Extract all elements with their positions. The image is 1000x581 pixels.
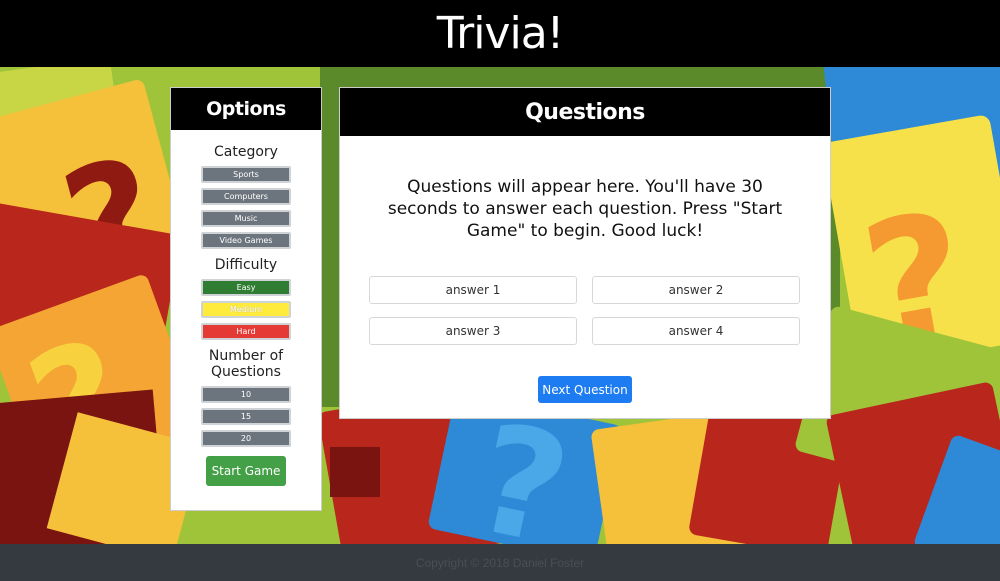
answer-1-button[interactable]: answer 1 xyxy=(369,276,577,304)
question-count-label-line2: Questions xyxy=(211,364,281,380)
options-title: Options xyxy=(206,98,286,120)
difficulty-easy-button[interactable]: Easy xyxy=(201,279,291,296)
next-question-button[interactable]: Next Question xyxy=(538,376,632,403)
start-game-button[interactable]: Start Game xyxy=(206,456,286,486)
answer-4-button[interactable]: answer 4 xyxy=(592,317,800,345)
category-label: Category xyxy=(214,144,278,160)
difficulty-hard-button[interactable]: Hard xyxy=(201,323,291,340)
options-panel: Options Category Sports Computers Music … xyxy=(170,87,322,511)
questions-panel: Questions Questions will appear here. Yo… xyxy=(339,87,831,419)
questions-title: Questions xyxy=(525,99,645,125)
footer: Copyright © 2018 Daniel Foster xyxy=(0,544,1000,581)
difficulty-medium-button[interactable]: Medium xyxy=(201,301,291,318)
count-10-button[interactable]: 10 xyxy=(201,386,291,403)
category-music-button[interactable]: Music xyxy=(201,210,291,227)
category-video-games-button[interactable]: Video Games xyxy=(201,232,291,249)
options-header: Options xyxy=(171,88,321,130)
question-count-label-line1: Number of xyxy=(208,348,284,364)
category-sports-button[interactable]: Sports xyxy=(201,166,291,183)
question-text: Questions will appear here. You'll have … xyxy=(387,177,783,241)
category-computers-button[interactable]: Computers xyxy=(201,188,291,205)
answer-3-button[interactable]: answer 3 xyxy=(369,317,577,345)
questions-header: Questions xyxy=(340,88,830,136)
count-20-button[interactable]: 20 xyxy=(201,430,291,447)
app-header: Trivia! xyxy=(0,0,1000,67)
answer-2-button[interactable]: answer 2 xyxy=(592,276,800,304)
copyright-text: Copyright © 2018 Daniel Foster xyxy=(415,555,585,570)
difficulty-label: Difficulty xyxy=(214,257,278,273)
app-title: Trivia! xyxy=(436,8,565,59)
count-15-button[interactable]: 15 xyxy=(201,408,291,425)
